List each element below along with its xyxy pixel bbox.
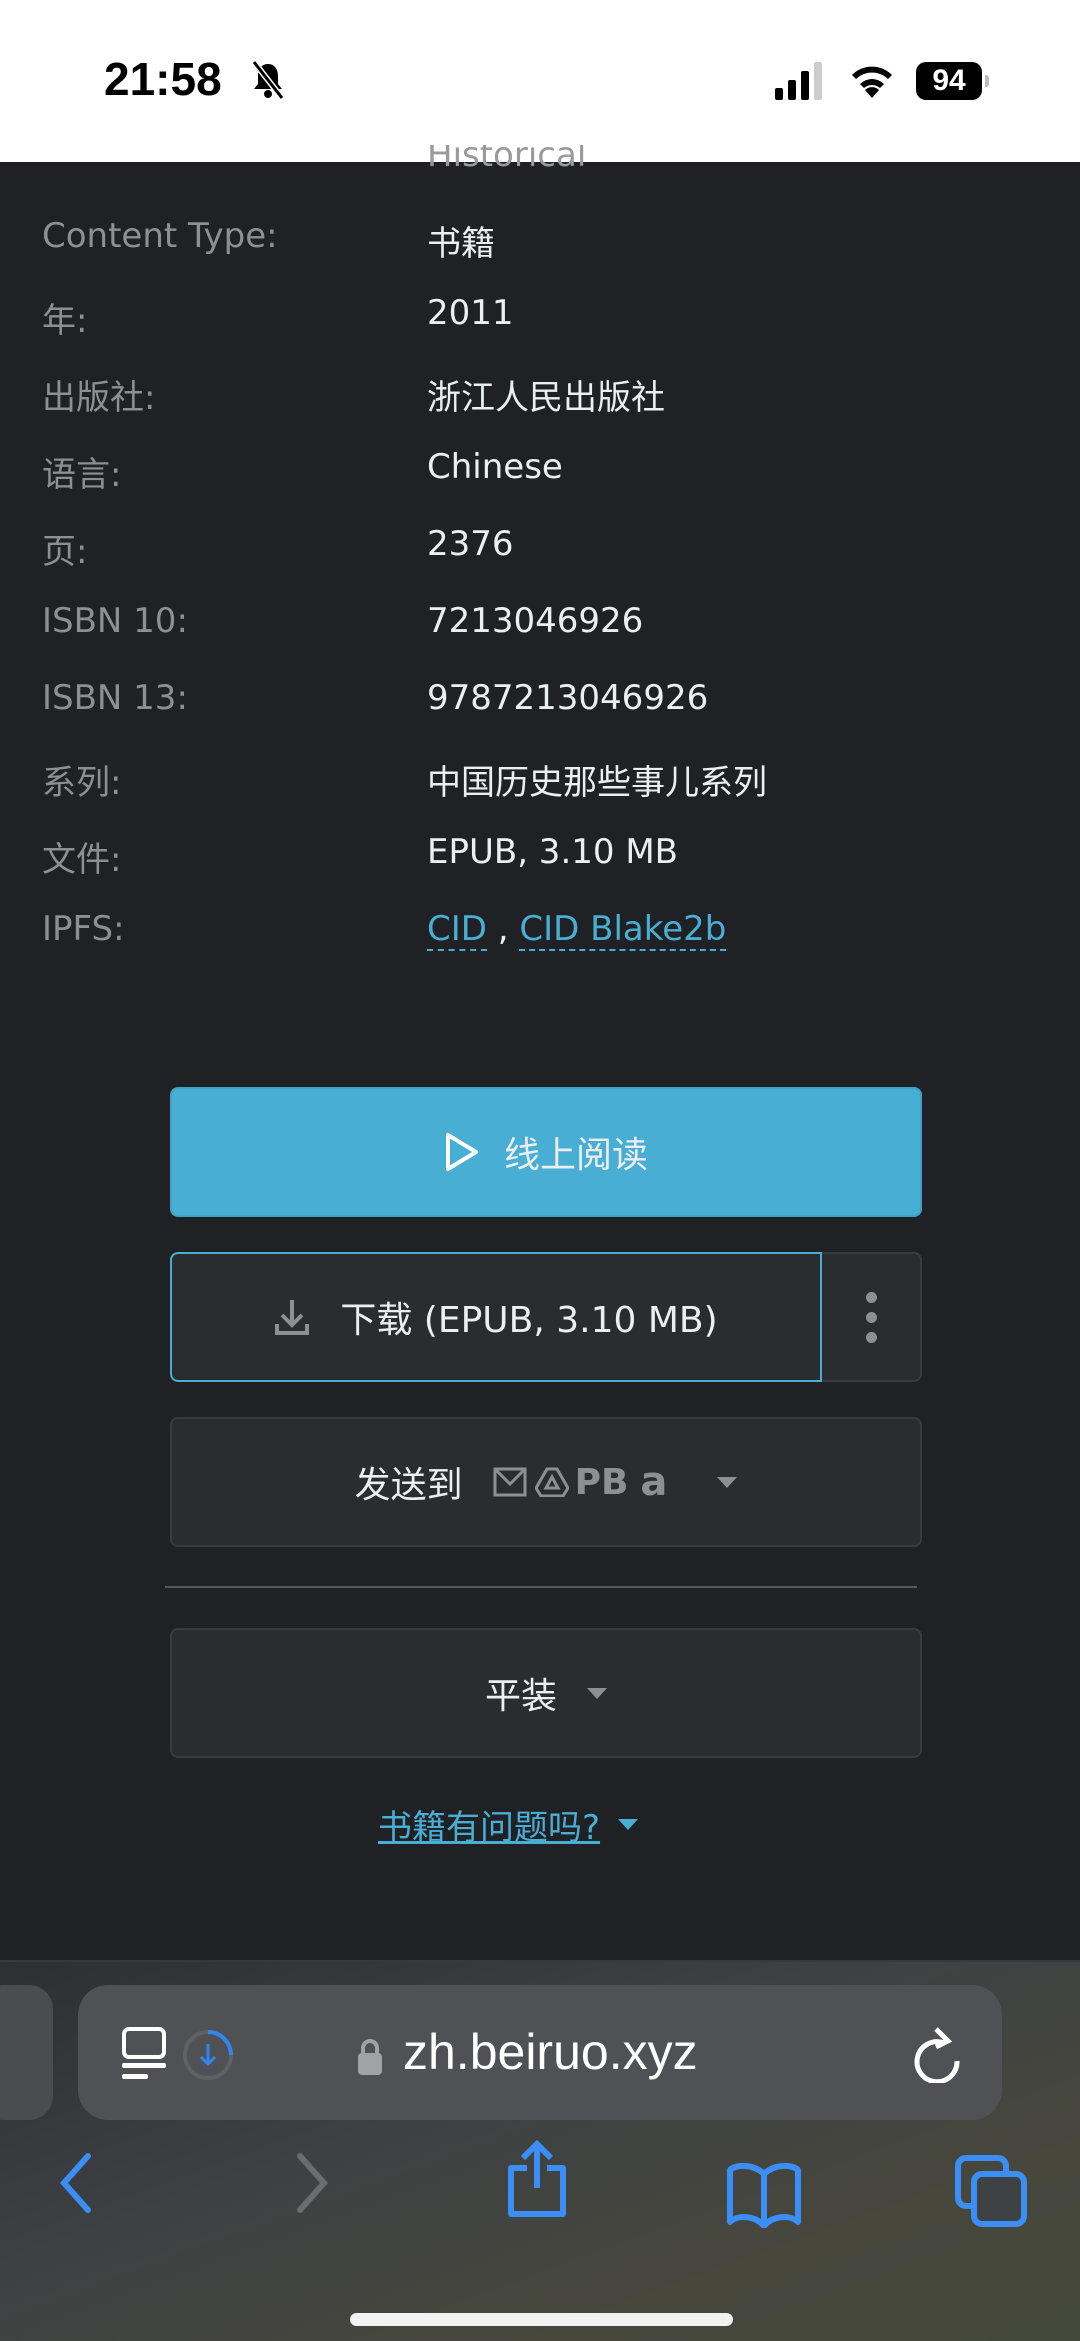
detail-label: 语言: (42, 455, 122, 495)
forward-icon[interactable] (292, 2152, 332, 2214)
pocketbook-icon: PB (574, 1461, 629, 1503)
detail-label: 系列: (42, 763, 122, 803)
status-bar: 21:58 94 (0, 0, 1080, 162)
detail-value: 浙江人民出版社 (427, 378, 665, 418)
cellular-signal-icon (775, 62, 822, 100)
detail-value: EPUB, 3.10 MB (427, 832, 678, 872)
detail-row-content-type: Content Type: 书籍 (0, 216, 1080, 266)
dropdown-caret-icon (587, 1687, 607, 1699)
detail-row-language: 语言: Chinese (0, 447, 1080, 497)
detail-label: IPFS: (42, 909, 125, 949)
binding-label: 平装 (484, 1676, 557, 1717)
download-button[interactable]: 下载 (EPUB, 3.10 MB) (170, 1252, 822, 1382)
clock: 21:58 (104, 53, 222, 105)
silent-bell-icon (251, 60, 285, 100)
dropdown-caret-icon (717, 1476, 738, 1488)
google-drive-icon (534, 1467, 569, 1497)
tabs-icon[interactable] (954, 2154, 1030, 2230)
binding-dropdown[interactable]: 平装 (170, 1628, 922, 1758)
battery-indicator: 94 (916, 62, 989, 100)
home-indicator[interactable] (350, 2313, 733, 2326)
detail-value: 9787213046926 (427, 678, 709, 718)
lock-icon (358, 2039, 382, 2075)
play-icon (445, 1133, 478, 1171)
wifi-icon (852, 66, 892, 98)
detail-row-isbn13: ISBN 13: 9787213046926 (0, 678, 1080, 728)
detail-label: 出版社: (42, 378, 156, 418)
historical-link[interactable]: Historical (427, 145, 586, 167)
detail-label: Content Type: (42, 216, 278, 256)
detail-row-file: 文件: EPUB, 3.10 MB (0, 832, 1080, 882)
detail-label: ISBN 10: (42, 601, 188, 641)
browser-toolbar: zh.beiruo.xyz (0, 1960, 1080, 2341)
email-icon (493, 1467, 527, 1497)
detail-row-year: 年: 2011 (0, 293, 1080, 343)
detail-value: 2011 (427, 293, 514, 333)
address-bar[interactable]: zh.beiruo.xyz (78, 1985, 1002, 2120)
detail-value: 书籍 (427, 224, 495, 264)
download-icon (275, 1300, 310, 1335)
cid-link[interactable]: CID (427, 909, 487, 951)
separator: , (497, 909, 509, 949)
detail-value: 中国历史那些事儿系列 (427, 763, 767, 803)
detail-value: Chinese (427, 447, 563, 487)
detail-row-pages: 页: 2376 (0, 524, 1080, 574)
download-progress-icon[interactable] (182, 2029, 234, 2081)
book-problem-label: 书籍有问题吗? (378, 1808, 601, 1848)
previous-tab[interactable] (0, 1985, 53, 2120)
detail-row-isbn10: ISBN 10: 7213046926 (0, 601, 1080, 651)
detail-row-publisher: 出版社: 浙江人民出版社 (0, 370, 1080, 420)
send-to-button[interactable]: 发送到 PB a (170, 1417, 922, 1547)
url-text: zh.beiruo.xyz (403, 2024, 698, 2080)
reload-icon[interactable] (914, 2023, 964, 2083)
read-online-button[interactable]: 线上阅读 (170, 1087, 922, 1217)
download-label: 下载 (EPUB, 3.10 MB) (340, 1300, 718, 1341)
cid-blake2b-link[interactable]: CID Blake2b (519, 909, 727, 951)
detail-label: 年: (42, 301, 88, 341)
detail-value: 7213046926 (427, 601, 644, 641)
divider (165, 1586, 917, 1588)
dropdown-caret-icon (618, 1819, 639, 1830)
detail-row-series: 系列: 中国历史那些事儿系列 (0, 755, 1080, 805)
more-options-button[interactable] (822, 1252, 922, 1382)
amazon-icon: a (640, 1459, 668, 1505)
bookmarks-icon[interactable] (726, 2162, 802, 2228)
share-icon[interactable] (505, 2140, 569, 2220)
detail-value: 2376 (427, 524, 514, 564)
reader-mode-icon (122, 2027, 166, 2079)
book-problem-link[interactable]: 书籍有问题吗? (378, 1800, 639, 1849)
detail-label: 页: (42, 532, 88, 572)
back-icon[interactable] (56, 2152, 96, 2214)
detail-label: ISBN 13: (42, 678, 188, 718)
send-to-label: 发送到 (354, 1465, 463, 1506)
read-online-label: 线上阅读 (503, 1135, 648, 1176)
detail-label: 文件: (42, 840, 122, 880)
detail-row-ipfs: IPFS: CID , CID Blake2b (0, 909, 1080, 959)
